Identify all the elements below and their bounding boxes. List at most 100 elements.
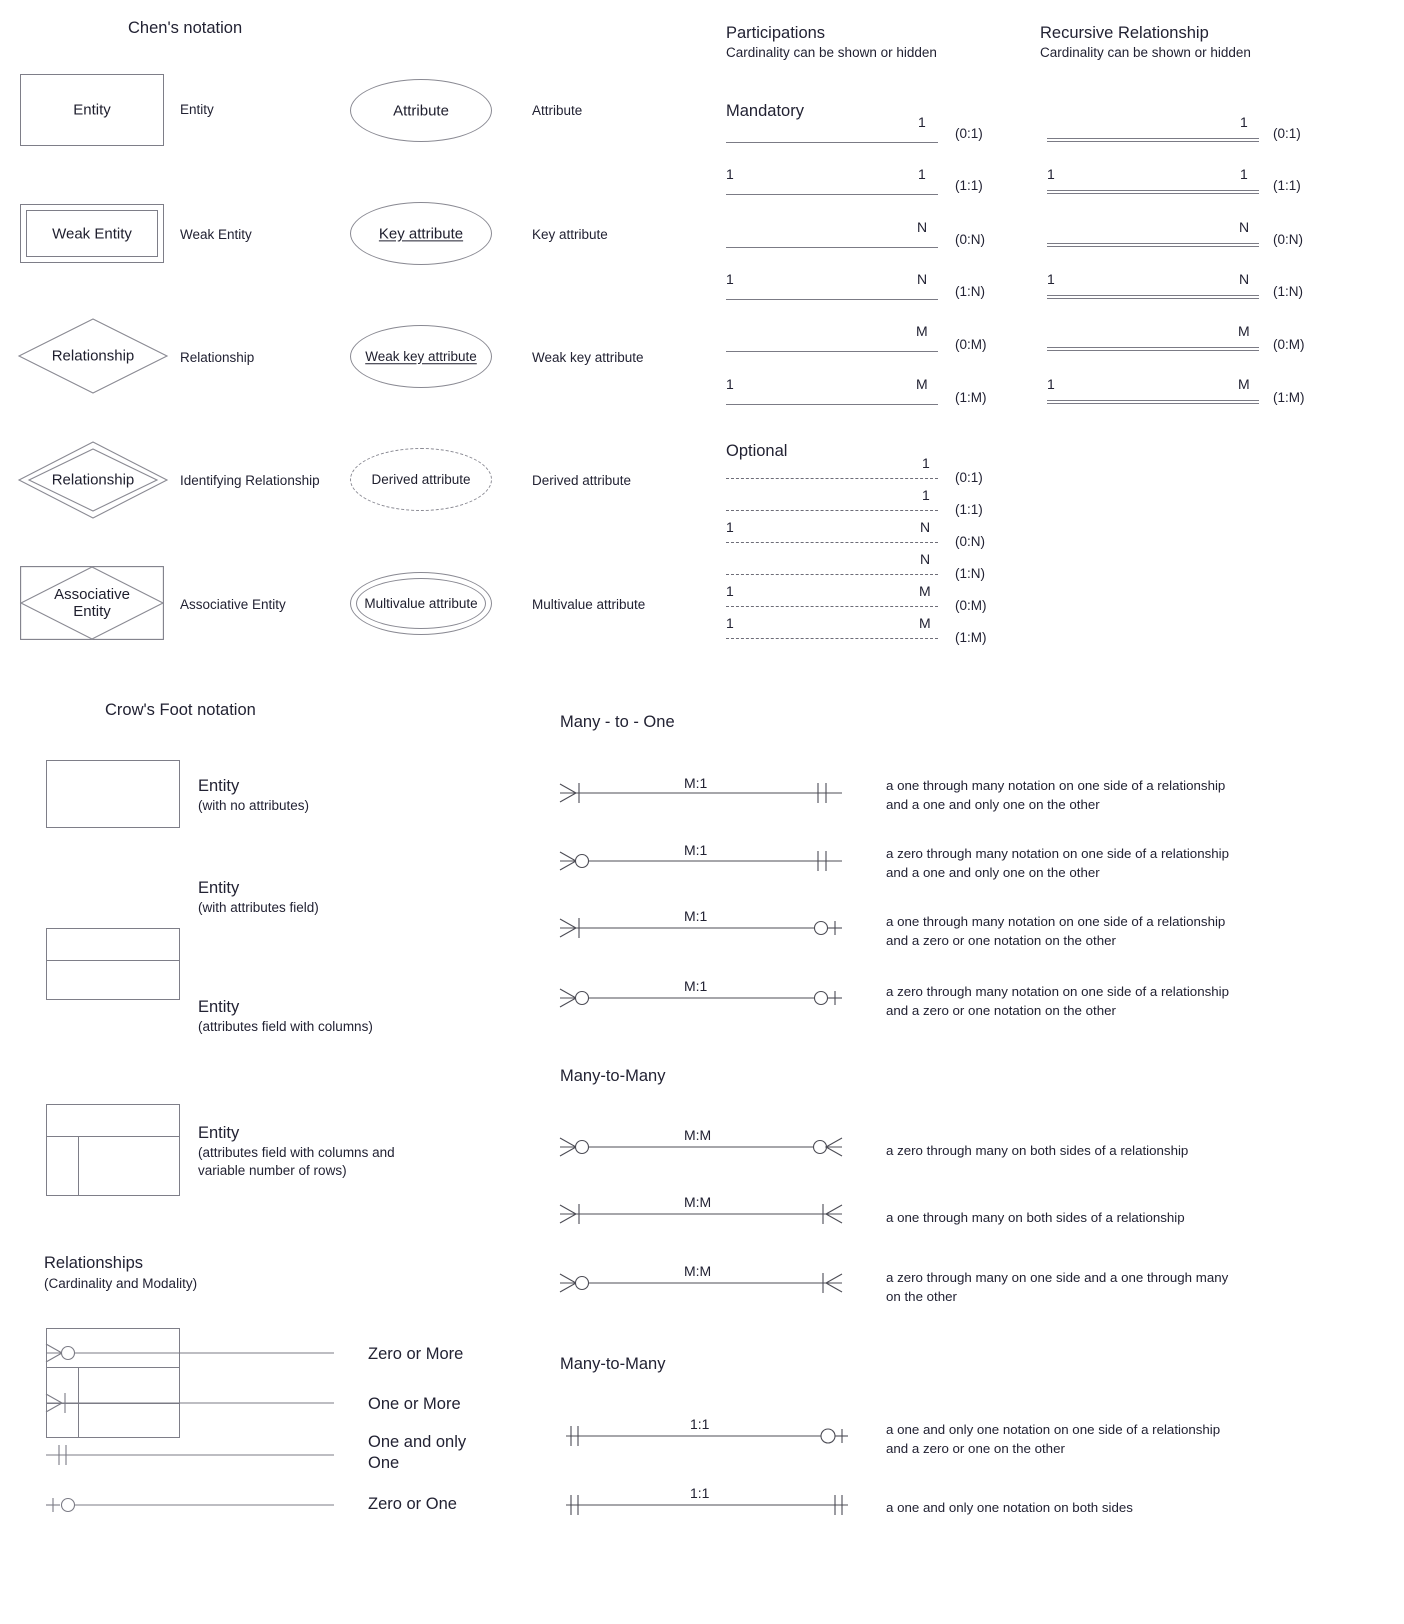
chen-label-weak-entity: Weak Entity	[180, 227, 252, 242]
modality-one-or-more	[44, 1388, 334, 1418]
chen-label-key-attribute: Key attribute	[532, 227, 608, 242]
modality-one-and-only-one	[44, 1440, 334, 1470]
many-to-many-connector-1	[556, 1199, 846, 1229]
optional-right-0: 1	[922, 455, 930, 471]
relationship-diamond-icon	[17, 318, 169, 394]
optional-right-3: N	[920, 551, 931, 567]
chen-shape-attribute: Attribute	[350, 79, 492, 142]
crowsfoot-entity-attributes-columns	[46, 1104, 180, 1196]
optional-cardinality-4: (0:M)	[955, 598, 987, 613]
modality-zero-or-one-label: Zero or One	[368, 1495, 457, 1513]
mandatory-line-0	[726, 142, 938, 143]
chen-shape-attribute-text: Attribute	[393, 101, 449, 119]
recursive-left-3: 1	[1047, 271, 1055, 287]
chen-shape-weak-entity: Weak Entity	[20, 204, 164, 263]
many-to-many-connector-2	[556, 1268, 846, 1298]
recursive-line-2	[1047, 243, 1259, 247]
crowsfoot-entity-attributes-columns-sub: (attributes field with columns)	[198, 1019, 373, 1034]
crowsfoot-entity-attributes-field-label: Entity	[198, 879, 240, 897]
chen-shape-weak-entity-inner-border	[26, 210, 158, 257]
recursive-cardinality-0: (0:1)	[1273, 126, 1301, 141]
mandatory-line-2	[726, 247, 938, 248]
cf-divider-1	[47, 960, 179, 961]
recursive-line-3	[1047, 295, 1259, 299]
bar-crowfoot-both-icon	[559, 1204, 843, 1224]
one-to-one-connector-0	[556, 1421, 848, 1451]
associative-entity-icon	[19, 566, 165, 640]
crowsfoot-title: Crow's Foot notation	[105, 701, 256, 719]
mandatory-left-3: 1	[726, 271, 734, 287]
crowsfoot-entity-attributes-field	[46, 928, 180, 1000]
one-to-one-desc-0: a one and only one notation on one side …	[886, 1422, 1221, 1456]
participations-title: Participations	[726, 24, 826, 42]
participations-mandatory-label: Mandatory	[726, 102, 804, 120]
many-to-many-desc-1: a one through many on both sides of a re…	[886, 1210, 1185, 1225]
chen-shape-multivalue-attribute: Multivalue attribute	[350, 572, 492, 635]
chen-shape-relationship: Relationship	[17, 318, 169, 394]
recursive-cardinality-5: (1:M)	[1273, 390, 1305, 405]
chen-shape-weak-key-attribute-text: Weak key attribute	[365, 348, 477, 364]
recursive-line-0	[1047, 138, 1259, 142]
chen-label-weak-key-attribute: Weak key attribute	[532, 350, 644, 365]
optional-right-2: N	[920, 519, 931, 535]
chen-notation-title: Chen's notation	[128, 19, 243, 37]
multivalue-inner-ellipse	[356, 578, 486, 629]
mandatory-line-4	[726, 351, 938, 352]
many-to-one-desc-2: a one through many notation on one side …	[886, 914, 1226, 948]
circle-crowfoot-to-bar-crowfoot-icon	[559, 1273, 843, 1293]
optional-left-4: 1	[726, 583, 734, 599]
crowsfoot-entity-attributes-field-sub: (with attributes field)	[198, 900, 319, 915]
one-to-one-connector-1	[556, 1490, 848, 1520]
recursive-cardinality-3: (1:N)	[1273, 284, 1303, 299]
chen-label-associative-entity: Associative Entity	[180, 597, 286, 612]
recursive-right-5: M	[1238, 376, 1250, 392]
optional-line-0	[726, 478, 938, 479]
chen-shape-entity-text: Entity	[73, 101, 111, 119]
many-to-one-desc-1: a zero through many notation on one side…	[886, 846, 1229, 880]
crowsfoot-entity-no-attributes-sub: (with no attributes)	[198, 798, 310, 813]
chen-shape-associative-entity: Associative Entity	[19, 566, 165, 640]
double-bar-both-icon	[566, 1495, 848, 1515]
recursive-left-5: 1	[1047, 376, 1055, 392]
modality-one-and-only-one-label: One and only One	[368, 1433, 467, 1473]
double-diamond-icon	[17, 441, 169, 519]
recursive-cardinality-2: (0:N)	[1273, 232, 1303, 247]
recursive-subtitle: Cardinality can be shown or hidden	[1040, 45, 1251, 60]
circle-crowfoot-both-icon	[559, 1137, 843, 1157]
mandatory-cardinality-2: (0:N)	[955, 232, 985, 247]
mandatory-cardinality-3: (1:N)	[955, 284, 985, 299]
modality-zero-or-more-label: Zero or More	[368, 1345, 464, 1363]
many-to-one-connector-2	[556, 913, 846, 943]
mandatory-cardinality-0: (0:1)	[955, 126, 983, 141]
mandatory-cardinality-1: (1:1)	[955, 178, 983, 193]
recursive-cardinality-1: (1:1)	[1273, 178, 1301, 193]
one-to-one-desc-1: a one and only one notation on both side…	[886, 1500, 1133, 1515]
optional-right-1: 1	[922, 487, 930, 503]
zero-or-one-icon	[46, 1497, 334, 1513]
recursive-right-4: M	[1238, 323, 1250, 339]
mandatory-right-1: 1	[918, 166, 926, 182]
mandatory-right-3: N	[917, 271, 928, 287]
mandatory-cardinality-4: (0:M)	[955, 337, 987, 352]
optional-line-4	[726, 606, 938, 607]
chen-label-identifying-relationship: Identifying Relationship	[180, 473, 320, 488]
optional-right-5: M	[919, 615, 931, 631]
optional-cardinality-2: (0:N)	[955, 534, 985, 549]
crowsfoot-entity-no-attributes-label: Entity	[198, 777, 240, 795]
chen-shape-key-attribute-text: Key attribute	[378, 224, 464, 242]
mandatory-right-2: N	[917, 219, 928, 235]
cf-divider-2	[47, 1136, 179, 1137]
optional-left-2: 1	[726, 519, 734, 535]
relationships-title: Relationships	[44, 1254, 144, 1272]
one-or-more-icon	[45, 1393, 334, 1413]
optional-cardinality-1: (1:1)	[955, 502, 983, 517]
mandatory-right-0: 1	[918, 114, 926, 130]
crowsfoot-entity-attributes-columns-label: Entity	[198, 998, 240, 1016]
participations-subtitle: Cardinality can be shown or hidden	[726, 45, 937, 60]
modality-zero-or-more	[44, 1338, 334, 1368]
mandatory-line-5	[726, 404, 938, 405]
optional-line-3	[726, 574, 938, 575]
optional-left-5: 1	[726, 615, 734, 631]
crowfoot-bar-to-circle-bar-icon	[559, 918, 842, 938]
many-to-one-connector-3	[556, 983, 846, 1013]
